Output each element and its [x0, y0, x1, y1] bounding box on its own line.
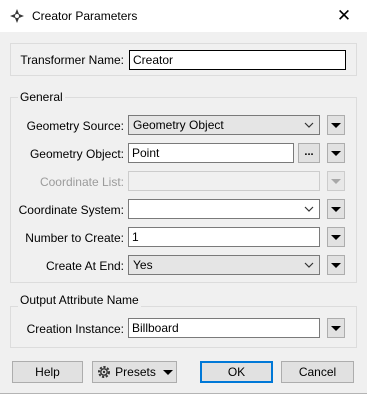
number-to-create-menu-button[interactable] [327, 227, 345, 247]
creation-instance-input[interactable]: Billboard [128, 318, 320, 338]
geometry-object-browse-button[interactable]: ... [298, 143, 320, 163]
chevron-down-icon [304, 122, 314, 128]
coordinate-system-menu-button[interactable] [327, 199, 345, 219]
ok-button-label: OK [227, 365, 246, 379]
number-to-create-label: Number to Create: [25, 231, 124, 245]
geometry-source-label: Geometry Source: [26, 119, 124, 133]
geometry-object-input[interactable]: Point [128, 143, 294, 163]
triangle-down-icon [331, 234, 341, 240]
create-at-end-select[interactable]: Yes [128, 255, 320, 275]
triangle-down-icon [331, 206, 341, 212]
triangle-down-icon [331, 262, 341, 268]
create-at-end-label: Create At End: [45, 259, 124, 273]
presets-button[interactable]: Presets [92, 361, 177, 383]
geometry-source-value: Geometry Object [133, 118, 224, 132]
coordinate-list-input [128, 171, 320, 191]
help-button-label: Help [35, 365, 60, 379]
creation-instance-label: Creation Instance: [26, 322, 124, 336]
ok-button[interactable]: OK [200, 361, 273, 383]
triangle-down-icon [331, 122, 341, 128]
close-icon: ✕ [336, 6, 352, 25]
general-group-title: General [18, 90, 65, 104]
coordinate-system-label: Coordinate System: [18, 203, 124, 217]
fme-transformer-icon [10, 9, 24, 23]
geometry-object-label: Geometry Object: [29, 147, 124, 161]
window-title: Creator Parameters [32, 9, 138, 23]
triangle-down-icon [331, 178, 341, 184]
transformer-name-input[interactable]: Creator [129, 50, 346, 70]
triangle-down-icon [162, 369, 173, 375]
triangle-down-icon [331, 150, 341, 156]
geometry-object-menu-button[interactable] [327, 143, 345, 163]
presets-button-label: Presets [115, 365, 156, 379]
coordinate-list-label: Coordinate List: [39, 175, 124, 189]
transformer-name-label: Transformer Name: [20, 53, 124, 67]
cancel-button-label: Cancel [298, 365, 337, 379]
coordinate-list-menu-button [327, 171, 345, 191]
number-to-create-input[interactable]: 1 [128, 227, 320, 247]
create-at-end-value: Yes [133, 258, 153, 272]
coordinate-system-select[interactable] [128, 199, 320, 219]
title-bar: Creator Parameters ✕ [0, 0, 367, 32]
chevron-down-icon [304, 206, 314, 212]
close-button[interactable]: ✕ [321, 0, 367, 32]
geometry-source-select[interactable]: Geometry Object [128, 115, 320, 135]
creation-instance-menu-button[interactable] [327, 318, 345, 338]
cancel-button[interactable]: Cancel [281, 361, 354, 383]
help-button[interactable]: Help [12, 361, 83, 383]
output-attribute-group-title: Output Attribute Name [18, 293, 141, 307]
gear-icon [98, 366, 111, 378]
geometry-source-menu-button[interactable] [327, 115, 345, 135]
triangle-down-icon [331, 325, 341, 331]
create-at-end-menu-button[interactable] [327, 255, 345, 275]
chevron-down-icon [304, 262, 314, 268]
